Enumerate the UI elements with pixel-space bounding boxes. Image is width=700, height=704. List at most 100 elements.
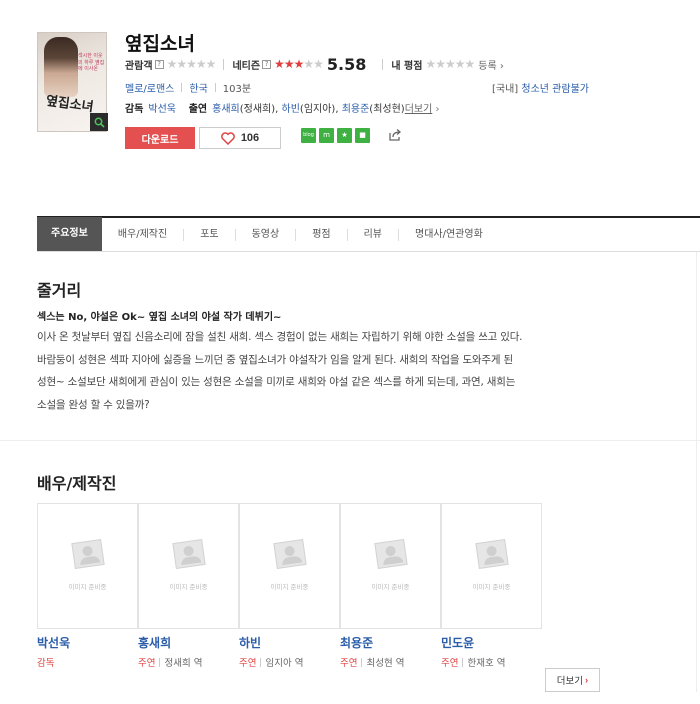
magnifier-icon[interactable] (90, 113, 108, 131)
divider (382, 58, 384, 70)
divider (223, 58, 225, 70)
cast-name[interactable]: 민도윤 (441, 634, 542, 651)
cast-link-1[interactable]: 하빈 (282, 104, 300, 115)
poster-tagline: 섹시한 이웃의 하루 옆집에 이사온 (78, 53, 105, 72)
star-icon: ★ (195, 57, 207, 71)
no-image-text: 이미지 준비중 (371, 583, 410, 591)
poster-title: 옆집소녀 (44, 93, 95, 116)
cast-role: 주연 임지아 역 (239, 658, 304, 669)
star-icon: ★ (303, 57, 314, 71)
sns-buttons: blog m ★ ■ (301, 128, 370, 143)
download-button[interactable]: 다운로드 (125, 127, 195, 149)
cast-name[interactable]: 하빈 (239, 634, 340, 651)
rating-grade: [국내] 청소년 관람불가 (492, 80, 589, 95)
register-rating-link[interactable]: 등록 › (478, 57, 504, 72)
tab-cast[interactable]: 배우/제작진 (102, 229, 183, 241)
right-border (696, 252, 697, 692)
cast-name[interactable]: 박선욱 (37, 634, 138, 651)
director-label: 감독 (125, 104, 144, 115)
cast-card[interactable]: 이미지 준비중 최용준 주연 최성현 역 (340, 503, 441, 669)
more-credits-link[interactable]: 더보기 (405, 104, 433, 115)
help-icon[interactable]: ? (154, 59, 164, 69)
cast-list: 이미지 준비중 박선욱 감독 이미지 준비중 홍새희 주연 정새희 역 이미지 준… (37, 503, 542, 669)
divider (181, 83, 183, 92)
cast-photo[interactable]: 이미지 준비중 (239, 503, 340, 629)
like-count: 106 (240, 132, 260, 144)
star-share-icon[interactable]: ★ (337, 128, 352, 143)
cast-role: 주연 한재호 역 (441, 658, 506, 669)
star-icon: ★ (454, 57, 466, 71)
cast-card[interactable]: 이미지 준비중 민도윤 주연 한재호 역 (441, 503, 542, 669)
no-image-text: 이미지 준비중 (169, 583, 208, 591)
cast-role: 주연 최성현 역 (340, 658, 405, 669)
grade-link[interactable]: 청소년 관람불가 (521, 84, 589, 95)
star-icon: ★ (283, 57, 295, 71)
cast-heading: 배우/제작진 (37, 474, 117, 493)
cast-role-0: (정새희) (239, 104, 276, 115)
person-placeholder-icon (373, 539, 408, 569)
tab-photo[interactable]: 포토 (183, 228, 234, 241)
ratings-row: 관람객 ? ★★★★★ 네티즌 ? ★★★★★ 5.58 내 평점 ★★★★★ … (125, 54, 504, 74)
help-icon[interactable]: ? (262, 59, 272, 69)
cast-name[interactable]: 홍새희 (138, 634, 239, 651)
star-icon: ★ (293, 57, 305, 71)
star-icon: ★ (444, 57, 456, 71)
like-button[interactable]: 106 (199, 127, 281, 149)
my-rating-label: 내 평점 (391, 60, 423, 72)
star-icon: ★ (435, 57, 446, 71)
share-icon[interactable] (388, 128, 402, 142)
cast-card[interactable]: 이미지 준비중 박선욱 감독 (37, 503, 138, 669)
section-tabs: 주요정보 배우/제작진 포토 동영상 평점 리뷰 명대사/연관영화 (37, 216, 700, 252)
director-link[interactable]: 박선욱 (148, 104, 176, 115)
tab-quotes[interactable]: 명대사/연관영화 (398, 228, 499, 241)
synopsis-heading: 줄거리 (37, 281, 82, 300)
synopsis-line: 성현~ 소설보단 새희에게 관심이 있는 성현은 소설을 미끼로 새희와 야설 … (37, 376, 516, 388)
blog-share-icon[interactable]: blog (301, 128, 316, 143)
person-placeholder-icon (70, 539, 105, 569)
cast-role-1: (임지아) (299, 104, 336, 115)
cast-photo[interactable]: 이미지 준비중 (441, 503, 542, 629)
cast-card[interactable]: 이미지 준비중 홍새희 주연 정새희 역 (138, 503, 239, 669)
grade-prefix: [국내] (492, 84, 519, 95)
country-link[interactable]: 한국 (189, 80, 207, 95)
cast-photo[interactable]: 이미지 준비중 (340, 503, 441, 629)
cast-link-0[interactable]: 홍새희 (212, 104, 240, 115)
genre-link[interactable]: 멜로/로맨스 (125, 80, 174, 95)
cast-role: 주연 정새희 역 (138, 658, 203, 669)
cast-role-2: (최성현) (369, 104, 405, 115)
my-rating-stars[interactable]: ★★★★★ (425, 57, 476, 71)
cast-photo[interactable]: 이미지 준비중 (37, 503, 138, 629)
netizen-label: 네티즌 (232, 60, 261, 72)
me2day-share-icon[interactable]: m (319, 128, 334, 143)
tab-main-info[interactable]: 주요정보 (37, 217, 102, 251)
star-icon: ★ (176, 57, 187, 71)
cast-card[interactable]: 이미지 준비중 하빈 주연 임지아 역 (239, 503, 340, 669)
person-placeholder-icon (272, 539, 307, 569)
cast-photo[interactable]: 이미지 준비중 (138, 503, 239, 629)
synopsis-line: 소설을 완성 할 수 있을까? (37, 398, 150, 411)
movie-meta: 멜로/로맨스 한국 103분 (125, 80, 251, 95)
netizen-stars: ★★★★★ (274, 57, 324, 71)
star-icon: ★ (186, 57, 197, 71)
runtime: 103분 (222, 84, 252, 95)
credits-row: 감독 박선욱 출연 홍새희(정새희), 하빈(임지아), 최용준(최성현)더보기 › (125, 104, 440, 115)
star-icon: ★ (464, 57, 476, 71)
person-placeholder-icon (474, 539, 509, 569)
audience-stars: ★★★★★ (166, 57, 217, 71)
star-icon: ★ (166, 57, 178, 71)
star-icon: ★ (205, 57, 217, 71)
cast-role: 감독 (37, 658, 55, 669)
star-icon: ★ (425, 57, 436, 71)
cast-link-2[interactable]: 최용준 (342, 104, 370, 115)
tab-video[interactable]: 동영상 (234, 228, 296, 241)
cast-name[interactable]: 최용준 (340, 634, 441, 651)
square-share-icon[interactable]: ■ (355, 128, 370, 143)
tab-ratings[interactable]: 평점 (295, 228, 346, 241)
synopsis-tagline: 섹스는 No, 야설은 Ok~ 옆집 소녀의 야설 작가 데뷔기~ (37, 312, 282, 323)
more-cast-button[interactable]: 더보기 › (545, 668, 600, 692)
tab-reviews[interactable]: 리뷰 (346, 228, 398, 241)
heart-icon (220, 131, 235, 145)
no-image-text: 이미지 준비중 (472, 583, 511, 591)
netizen-score: 5.58 (326, 54, 367, 74)
divider (214, 83, 216, 92)
